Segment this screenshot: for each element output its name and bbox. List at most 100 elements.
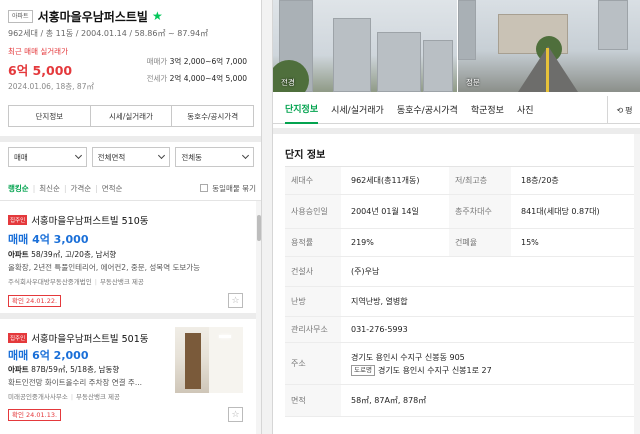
info-value: 841대(세대당 0.87대) (521, 207, 600, 216)
confirm-date-badge: 확인 24.01.13. (8, 409, 62, 421)
photo-label-overview: 전경 (281, 78, 295, 87)
bookmark-star-icon[interactable]: ☆ (228, 407, 243, 422)
road-address-tag: 도로명 (351, 364, 375, 376)
bookmark-star-icon[interactable]: ☆ (228, 293, 243, 308)
jeonse-price-range: 2억 4,000~4억 5,000 (169, 74, 247, 83)
listing-spec-text: 58/39㎡, 고/20층, 남서향 (31, 250, 117, 259)
data-provider: 부동산뱅크 제공 (99, 278, 144, 286)
pyeong-label: 평 (625, 105, 633, 115)
tab-complex-info[interactable]: 단지정보 (285, 96, 319, 124)
info-key: 건설사 (285, 257, 341, 286)
group-same-listings-label: 동일매물 묶기 (212, 183, 256, 193)
scrollbar-thumb[interactable] (257, 215, 261, 241)
recent-trade-price: 6억 5,000 (8, 63, 73, 78)
divider (273, 128, 640, 134)
sort-separator: | (63, 183, 67, 193)
listing-title: 서홍마을우남퍼스트빌 501동 (31, 334, 149, 345)
complex-info-button[interactable]: 단지정보 (8, 105, 91, 127)
listing-title: 서홍마을우남퍼스트빌 510동 (31, 216, 149, 227)
jeonse-price-label: 전세가 (146, 74, 168, 83)
favorite-star-icon[interactable]: ★ (152, 9, 163, 23)
list-item[interactable]: 집주인 서홍마을우남퍼스트빌 501동 매매 6억 2,000 아파트 87B/5… (0, 319, 256, 434)
group-same-listings-toggle[interactable]: 동일매물 묶기 (200, 183, 256, 194)
sale-price-label: 매매가 (146, 57, 168, 66)
info-key: 주소 (285, 343, 341, 384)
info-key: 사용승인일 (285, 195, 341, 228)
dong-select[interactable]: 전체동 (175, 147, 255, 167)
listing-spec: 아파트 87B/59㎡, 5/18층, 남동향 (8, 364, 119, 375)
listing-description: 확트인전망 화이트올수리 주차장 연결 주... (8, 378, 142, 387)
agent-name: 미래공인중개사사무소 (8, 393, 68, 401)
complex-header: 아파트 서홍마을우남퍼스트빌 ★ 962세대 / 총 11동 / 2004.01… (0, 0, 261, 96)
market-price-button[interactable]: 시세/실거래가 (89, 105, 173, 127)
tab-school[interactable]: 학군정보 (471, 96, 504, 124)
info-key: 총주차대수 (449, 195, 511, 228)
listing-agent: 주식회사우대방부동산중개법인 | 부동산뱅크 제공 (8, 278, 144, 286)
complex-name: 서홍마을우남퍼스트빌 (37, 9, 148, 24)
photo-overview[interactable]: 전경 (273, 0, 457, 92)
filter-bar: 매매 전체면적 전체동 (8, 147, 255, 167)
chevron-down-icon (158, 151, 166, 160)
property-type-tag: 아파트 (8, 9, 33, 23)
photo-gallery: 전경 정문 (273, 0, 640, 92)
agent-name: 주식회사우대방부동산중개법인 (8, 278, 92, 286)
sort-latest[interactable]: 최신순 (39, 183, 60, 194)
address-jibun: 경기도 용인시 수지구 신봉동 905 (351, 352, 465, 362)
refresh-icon: ⟲ (616, 105, 624, 115)
info-value: 219% (351, 238, 374, 247)
complex-info-table: 세대수 962세대(총11개동) 저/최고층 18층/20층 사용승인일 200… (285, 166, 635, 417)
info-key: 용적률 (285, 229, 341, 256)
recent-trade-detail: 2024.01.06, 18층, 87㎡ (8, 82, 94, 91)
sort-bar: 랭킹순 | 최신순 | 가격순 | 면적순 동일매물 묶기 (8, 181, 256, 195)
unit-price-button[interactable]: 동호수/공시가격 (171, 105, 255, 127)
info-value: 2004년 01월 14일 (351, 207, 419, 216)
list-item[interactable]: 집주인 서홍마을우남퍼스트빌 510동 매매 4억 3,000 아파트 58/39… (0, 201, 256, 319)
deal-type-select[interactable]: 매매 (8, 147, 87, 167)
checkbox[interactable] (200, 184, 209, 192)
complex-detail-panel: 전경 정문 단지정보 시세/실거래가 동호수/공시가격 학군정보 사진 ⟲ 평 단… (272, 0, 640, 434)
listing-spec-text: 87B/59㎡, 5/18층, 남동향 (31, 365, 120, 374)
listing-spec: 아파트 58/39㎡, 고/20층, 남서향 (8, 249, 116, 260)
listing-description: 올확장, 2년전 특풀인테리어, 에어컨2, 중문, 성복역 도보가능 (8, 263, 201, 272)
info-key: 관리사무소 (285, 317, 341, 342)
chevron-down-icon (241, 151, 250, 160)
listing-price: 매매 4억 3,000 (8, 233, 89, 246)
tab-market-price[interactable]: 시세/실거래가 (331, 96, 384, 124)
photo-door-shape (185, 333, 201, 389)
chevron-down-icon (74, 151, 82, 160)
deal-type-value: 매매 (14, 152, 28, 162)
list-scrollbar[interactable] (256, 201, 261, 434)
info-key: 면적 (285, 385, 341, 416)
section-title: 단지 정보 (285, 150, 326, 161)
listing-panel: 아파트 서홍마을우남퍼스트빌 ★ 962세대 / 총 11동 / 2004.01… (0, 0, 262, 434)
tab-photos[interactable]: 사진 (517, 96, 534, 124)
sort-ranking[interactable]: 랭킹순 (8, 183, 29, 194)
tab-unit-price[interactable]: 동호수/공시가격 (397, 96, 458, 124)
detail-scrollbar[interactable] (634, 134, 640, 434)
info-value: 031-276-5993 (351, 325, 408, 334)
complex-summary: 962세대 / 총 11동 / 2004.01.14 / 58.86㎡ ~ 87… (8, 29, 209, 38)
confirm-date-badge: 확인 24.01.22. (8, 295, 62, 307)
recent-trade-label: 최근 매매 실거래가 (8, 47, 68, 56)
listing-photo[interactable] (175, 327, 243, 393)
info-value: 18층/20층 (521, 176, 559, 185)
sort-separator: | (95, 183, 98, 193)
owner-badge: 집주인 (8, 333, 28, 343)
area-select[interactable]: 전체면적 (91, 147, 171, 167)
info-value: 58㎡, 87A㎡, 878㎡ (351, 396, 427, 405)
dong-value: 전체동 (181, 152, 203, 162)
pyeong-toggle-button[interactable]: ⟲ 평 (607, 96, 640, 124)
sort-area[interactable]: 면적순 (102, 183, 123, 194)
address-road: 경기도 용인시 수지구 신봉1로 27 (377, 365, 492, 375)
listing-price: 매매 6억 2,000 (8, 349, 89, 362)
sort-separator: | (32, 183, 36, 193)
info-key: 건폐율 (449, 229, 511, 256)
photo-front-gate[interactable]: 정문 (458, 0, 640, 92)
data-provider: 부동산뱅크 제공 (76, 393, 120, 401)
info-key: 저/최고층 (449, 167, 511, 194)
detail-tabs: 단지정보 시세/실거래가 동호수/공시가격 학군정보 사진 ⟲ 평 (273, 96, 640, 124)
sort-price[interactable]: 가격순 (70, 183, 91, 194)
info-value: 지역난방, 열병합 (351, 297, 408, 306)
complex-action-buttons: 단지정보 시세/실거래가 동호수/공시가격 (8, 105, 255, 127)
info-value: (주)우남 (351, 267, 380, 276)
